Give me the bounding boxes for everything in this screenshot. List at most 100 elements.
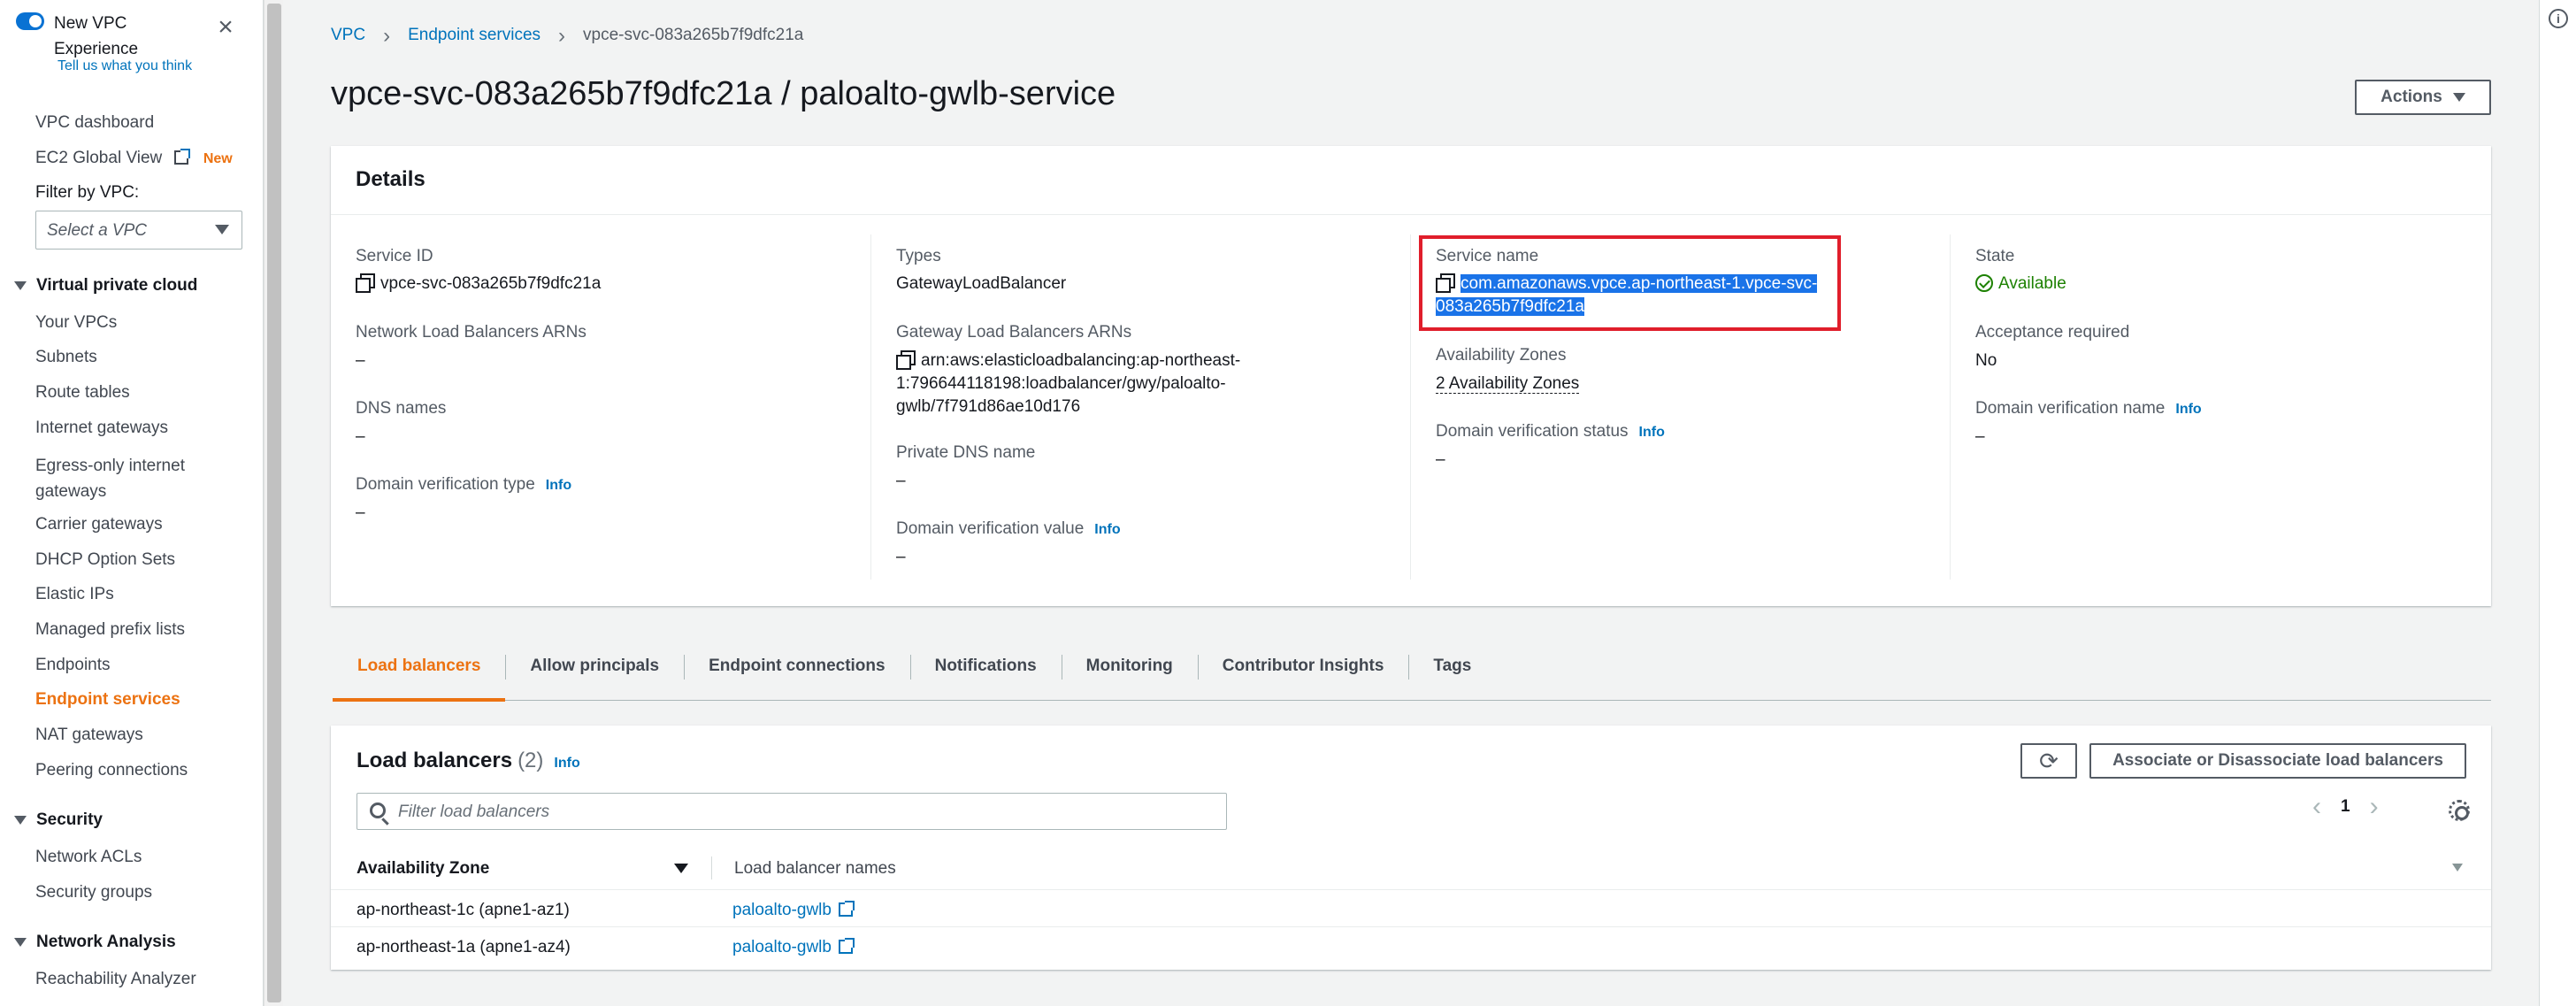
copy-icon[interactable]: [896, 350, 916, 370]
scrollbar-thumb[interactable]: [267, 4, 281, 1002]
availability-zones-value[interactable]: 2 Availability Zones: [1436, 372, 1580, 395]
sidebar-item-nat-gateways[interactable]: NAT gateways: [35, 726, 143, 745]
column-availability-zone[interactable]: Availability Zone: [356, 859, 489, 879]
filter-by-vpc-label: Filter by VPC:: [35, 183, 140, 202]
copy-icon[interactable]: [356, 273, 375, 293]
page-number[interactable]: 1: [2341, 797, 2350, 817]
column-divider[interactable]: [711, 856, 712, 879]
section-label: Network Analysis: [36, 933, 176, 951]
domain-verification-type-label: Domain verification type Info: [356, 475, 571, 495]
sidebar: New VPC Experience × Tell us what you th…: [0, 0, 264, 1006]
field-label-text: Domain verification value: [896, 519, 1085, 538]
associate-disassociate-button[interactable]: Associate or Disassociate load balancers: [2089, 743, 2466, 779]
domain-verification-status-value: –: [1436, 450, 1445, 469]
sort-descending-icon[interactable]: [674, 864, 688, 873]
highlight-box: [1419, 235, 1841, 331]
tab-bar: Load balancers Allow principals Endpoint…: [333, 644, 2491, 702]
breadcrumb-endpoint-services[interactable]: Endpoint services: [408, 26, 540, 45]
info-link[interactable]: Info: [1094, 522, 1120, 537]
gwlb-arns-line-2: 1:796644118198:loadbalancer/gwy/paloalto…: [896, 374, 1226, 393]
sidebar-item-dhcp-option-sets[interactable]: DHCP Option Sets: [35, 550, 175, 570]
sidebar-item-route-tables[interactable]: Route tables: [35, 383, 130, 403]
external-link-icon: [838, 938, 855, 954]
refresh-button[interactable]: ⟳: [2020, 743, 2077, 779]
sidebar-item-endpoint-services[interactable]: Endpoint services: [35, 690, 180, 710]
caret-down-icon: [14, 281, 27, 290]
sidebar-item-peering-connections[interactable]: Peering connections: [35, 761, 188, 780]
tab-endpoint-connections[interactable]: Endpoint connections: [684, 644, 910, 701]
actions-button[interactable]: Actions: [2355, 80, 2491, 115]
gwlb-arns-label: Gateway Load Balancers ARNs: [896, 323, 1132, 342]
new-vpc-experience-toggle[interactable]: [16, 12, 44, 30]
sidebar-item-elastic-ips[interactable]: Elastic IPs: [35, 585, 114, 604]
load-balancer-link[interactable]: paloalto-gwlb: [732, 938, 832, 956]
load-balancer-link[interactable]: paloalto-gwlb: [732, 901, 832, 919]
sidebar-item-vpc-dashboard[interactable]: VPC dashboard: [35, 113, 154, 133]
sidebar-item-egress-only-internet-gateways[interactable]: Egress-only internet gateways: [35, 453, 212, 504]
availability-zones-text[interactable]: 2 Availability Zones: [1436, 374, 1580, 394]
cell-load-balancer-name[interactable]: paloalto-gwlb: [732, 938, 855, 957]
sidebar-scrollbar[interactable]: [264, 0, 283, 1006]
sidebar-item-your-vpcs[interactable]: Your VPCs: [35, 313, 117, 333]
toggle-label: New VPC Experience: [54, 14, 139, 58]
field-label-text: Domain verification status: [1436, 422, 1629, 441]
load-balancers-panel: Load balancers (2) Info ⟳ Associate or Dis…: [331, 726, 2491, 970]
info-link[interactable]: Info: [554, 756, 579, 771]
gwlb-arns-line-3: gwlb/7f791d86ae10d176: [896, 397, 1081, 416]
info-link[interactable]: Info: [546, 478, 571, 493]
tab-contributor-insights[interactable]: Contributor Insights: [1197, 644, 1409, 701]
tab-monitoring[interactable]: Monitoring: [1061, 644, 1198, 701]
search-icon: [370, 802, 386, 818]
help-panel-rail: i: [2539, 0, 2576, 1006]
sidebar-item-security-groups[interactable]: Security groups: [35, 883, 152, 902]
private-dns-label: Private DNS name: [896, 443, 1036, 462]
sidebar-item-network-acls[interactable]: Network ACLs: [35, 848, 142, 867]
new-vpc-experience-toggle-row: New VPC Experience: [16, 11, 151, 62]
tab-load-balancers[interactable]: Load balancers: [333, 644, 506, 702]
gear-icon[interactable]: [2449, 800, 2470, 821]
column-load-balancer-names[interactable]: Load balancer names: [734, 859, 896, 879]
types-value: GatewayLoadBalancer: [896, 274, 1067, 293]
caret-down-icon: [14, 938, 27, 947]
load-balancers-title: Load balancers (2) Info: [356, 749, 580, 773]
section-network-analysis[interactable]: Network Analysis: [14, 933, 176, 952]
section-security[interactable]: Security: [14, 810, 103, 830]
sidebar-item-managed-prefix-lists[interactable]: Managed prefix lists: [35, 620, 185, 640]
info-icon[interactable]: i: [2549, 9, 2568, 28]
acceptance-required-label: Acceptance required: [1975, 323, 2130, 342]
gwlb-arns-value: arn:aws:elasticloadbalancing:ap-northeas…: [896, 349, 1268, 419]
service-id-label: Service ID: [356, 247, 433, 265]
sidebar-item-internet-gateways[interactable]: Internet gateways: [35, 419, 168, 438]
sidebar-item-carrier-gateways[interactable]: Carrier gateways: [35, 515, 163, 534]
domain-verification-type-value: –: [356, 503, 365, 522]
service-id-text: vpce-svc-083a265b7f9dfc21a: [380, 274, 602, 293]
refresh-icon: ⟳: [2039, 747, 2058, 774]
sidebar-item-subnets[interactable]: Subnets: [35, 348, 97, 367]
feedback-link[interactable]: Tell us what you think: [58, 58, 192, 74]
tab-notifications[interactable]: Notifications: [909, 644, 1062, 701]
info-link[interactable]: Info: [2175, 402, 2201, 417]
check-circle-icon: [1975, 274, 1993, 292]
sidebar-item-endpoints[interactable]: Endpoints: [35, 656, 111, 675]
sidebar-item-ec2-global-view[interactable]: EC2 Global View New: [35, 149, 233, 168]
chevron-left-icon[interactable]: ‹: [2312, 794, 2321, 820]
section-label: Security: [36, 810, 103, 829]
chevron-right-icon[interactable]: ›: [2370, 794, 2379, 820]
tab-tags[interactable]: Tags: [1408, 644, 1496, 701]
count-badge: (2): [518, 749, 544, 772]
dns-names-value: –: [356, 427, 365, 446]
info-link[interactable]: Info: [1639, 425, 1665, 440]
tab-allow-principals[interactable]: Allow principals: [505, 644, 684, 701]
domain-verification-value-label: Domain verification value Info: [896, 519, 1121, 539]
breadcrumb-vpc[interactable]: VPC: [331, 26, 365, 45]
section-virtual-private-cloud[interactable]: Virtual private cloud: [14, 276, 197, 296]
sort-icon[interactable]: [2452, 864, 2463, 872]
cell-availability-zone: ap-northeast-1a (apne1-az4): [356, 938, 571, 956]
cell-load-balancer-name[interactable]: paloalto-gwlb: [732, 901, 855, 920]
private-dns-value: –: [896, 472, 906, 490]
vpc-filter-select[interactable]: Select a VPC: [35, 211, 242, 250]
filter-load-balancers-input[interactable]: Filter load balancers: [356, 793, 1227, 830]
sidebar-item-reachability-analyzer[interactable]: Reachability Analyzer: [35, 970, 196, 989]
service-id-value: vpce-svc-083a265b7f9dfc21a: [356, 273, 601, 296]
close-icon[interactable]: ×: [215, 14, 236, 41]
